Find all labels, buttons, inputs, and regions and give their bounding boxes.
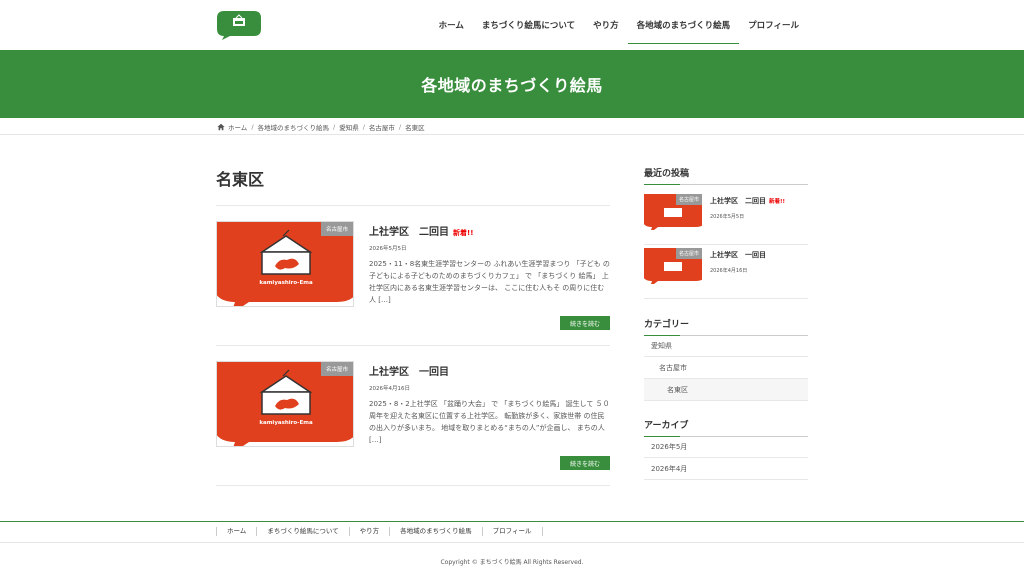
banner-title: 各地域のまちづくり絵馬 [421,76,603,95]
divider [216,485,610,486]
recent-post-thumbnail[interactable]: 名古屋市 [644,194,702,230]
recent-post-date: 2026年5月5日 [710,214,745,220]
breadcrumb: ホーム / 各地域のまちづくり絵馬 / 愛知県 / 名古屋市 / 名東区 [0,118,1024,135]
nav-item-profile[interactable]: プロフィール [739,6,808,44]
footer-nav-profile[interactable]: プロフィール [481,527,543,536]
footer-nav: ホーム まちづくり絵馬について やり方 各地域のまちづくり絵馬 プロフィール [216,527,543,536]
recent-post-thumbnail[interactable]: 名古屋市 [644,248,702,284]
breadcrumb-separator: / [333,122,336,131]
category-badge: 名古屋市 [675,248,702,259]
category-item-meito[interactable]: 名東区 [644,379,808,401]
nav-item-howto[interactable]: やり方 [584,6,628,44]
divider [0,542,1024,543]
category-item-aichi[interactable]: 愛知県 [644,335,808,357]
post-date: 2026年5月5日 [369,246,407,252]
footer-nav-howto[interactable]: やり方 [348,527,390,536]
archive-item[interactable]: 2026年4月 [644,458,808,480]
footer-nav-regions[interactable]: 各地域のまちづくり絵馬 [389,527,482,536]
copyright-text: Copyright © まちづくり絵馬 All Rights Reserved. [440,559,584,566]
site-header: ホーム まちづくり絵馬について やり方 各地域のまちづくり絵馬 プロフィール [0,0,1024,50]
breadcrumb-nagoya[interactable]: 名古屋市 [369,122,395,132]
post-title[interactable]: 上社学区 二回目 [369,227,449,238]
speech-bubble-logo-icon [217,11,261,40]
category-badge: 名古屋市 [675,194,702,205]
archive-heading: アーカイブ [644,418,808,437]
breadcrumb-home[interactable]: ホーム [228,122,247,132]
category-badge: 名古屋市 [320,362,353,376]
category-item-nagoya[interactable]: 名古屋市 [644,357,808,379]
recent-post-date: 2026年4月16日 [710,268,748,274]
footer-nav-home[interactable]: ホーム [216,527,256,536]
post-title[interactable]: 上社学区 一回目 [369,367,449,378]
archive-item[interactable]: 2026年5月 [644,436,808,458]
recent-post-title-text[interactable]: 上社学区 一回目 [710,251,766,259]
footer-nav-about[interactable]: まちづくり絵馬について [256,527,348,536]
thumbnail-caption: kamiyashiro-Ema [259,420,313,426]
post-title-link[interactable]: 上社学区 二回目 新着!! [369,223,473,238]
home-icon [217,123,225,130]
breadcrumb-separator: / [362,122,365,131]
breadcrumb-separator: / [251,122,254,131]
breadcrumb-aichi[interactable]: 愛知県 [339,122,359,132]
new-badge: 新着!! [769,199,786,205]
post-card: kamiyashiro-Ema 名古屋市 上社学区 一回目 2026年4月16日… [216,346,610,486]
thumbnail-caption: kamiyashiro-Ema [259,280,313,286]
site-logo[interactable] [216,9,262,41]
page-header-banner: 各地域のまちづくり絵馬 [0,50,1024,118]
category-heading: カテゴリー [644,317,808,336]
recent-post-title[interactable]: 上社学区 一回目 [710,250,769,260]
nav-item-about[interactable]: まちづくり絵馬について [473,6,584,44]
post-thumbnail[interactable]: kamiyashiro-Ema 名古屋市 [216,361,354,447]
breadcrumb-regions[interactable]: 各地域のまちづくり絵馬 [258,122,330,132]
recent-post-title-text[interactable]: 上社学区 二回目 [710,197,766,205]
category-badge: 名古屋市 [320,222,353,236]
post-excerpt: 2025・11・8名東生涯学習センターの ふれあい生涯学習まつり 「子ども の子… [369,260,610,304]
site-footer: ホーム まちづくり絵馬について やり方 各地域のまちづくり絵馬 プロフィール C… [0,521,1024,578]
post-thumbnail[interactable]: kamiyashiro-Ema 名古屋市 [216,221,354,307]
nav-item-regions[interactable]: 各地域のまちづくり絵馬 [627,6,740,44]
page-title: 名東区 [216,170,265,189]
post-title-link[interactable]: 上社学区 一回目 [369,363,453,378]
nav-item-home[interactable]: ホーム [430,6,473,44]
post-date: 2026年4月16日 [369,386,410,392]
new-badge: 新着!! [453,229,474,237]
post-excerpt: 2025・8・2上社学区 「盆踊り大会」 で 「まちづくり絵馬」 誕生して ５０… [369,400,610,444]
breadcrumb-current: 名東区 [405,123,425,132]
recent-posts-heading: 最近の投稿 [644,166,808,185]
read-more-button[interactable]: 続きを読む [560,316,610,330]
recent-post-title[interactable]: 上社学区 二回目 新着!! [710,196,785,206]
recent-post-item[interactable]: 名古屋市 上社学区 一回目 2026年4月16日 [644,245,808,299]
recent-post-item[interactable]: 名古屋市 上社学区 二回目 新着!! 2026年5月5日 [644,191,808,245]
read-more-button[interactable]: 続きを読む [560,456,610,470]
post-card: kamiyashiro-Ema 名古屋市 上社学区 二回目 新着!! 2026年5… [216,206,610,346]
breadcrumb-separator: / [398,122,402,131]
global-nav: ホーム まちづくり絵馬について やり方 各地域のまちづくり絵馬 プロフィール [430,0,808,50]
